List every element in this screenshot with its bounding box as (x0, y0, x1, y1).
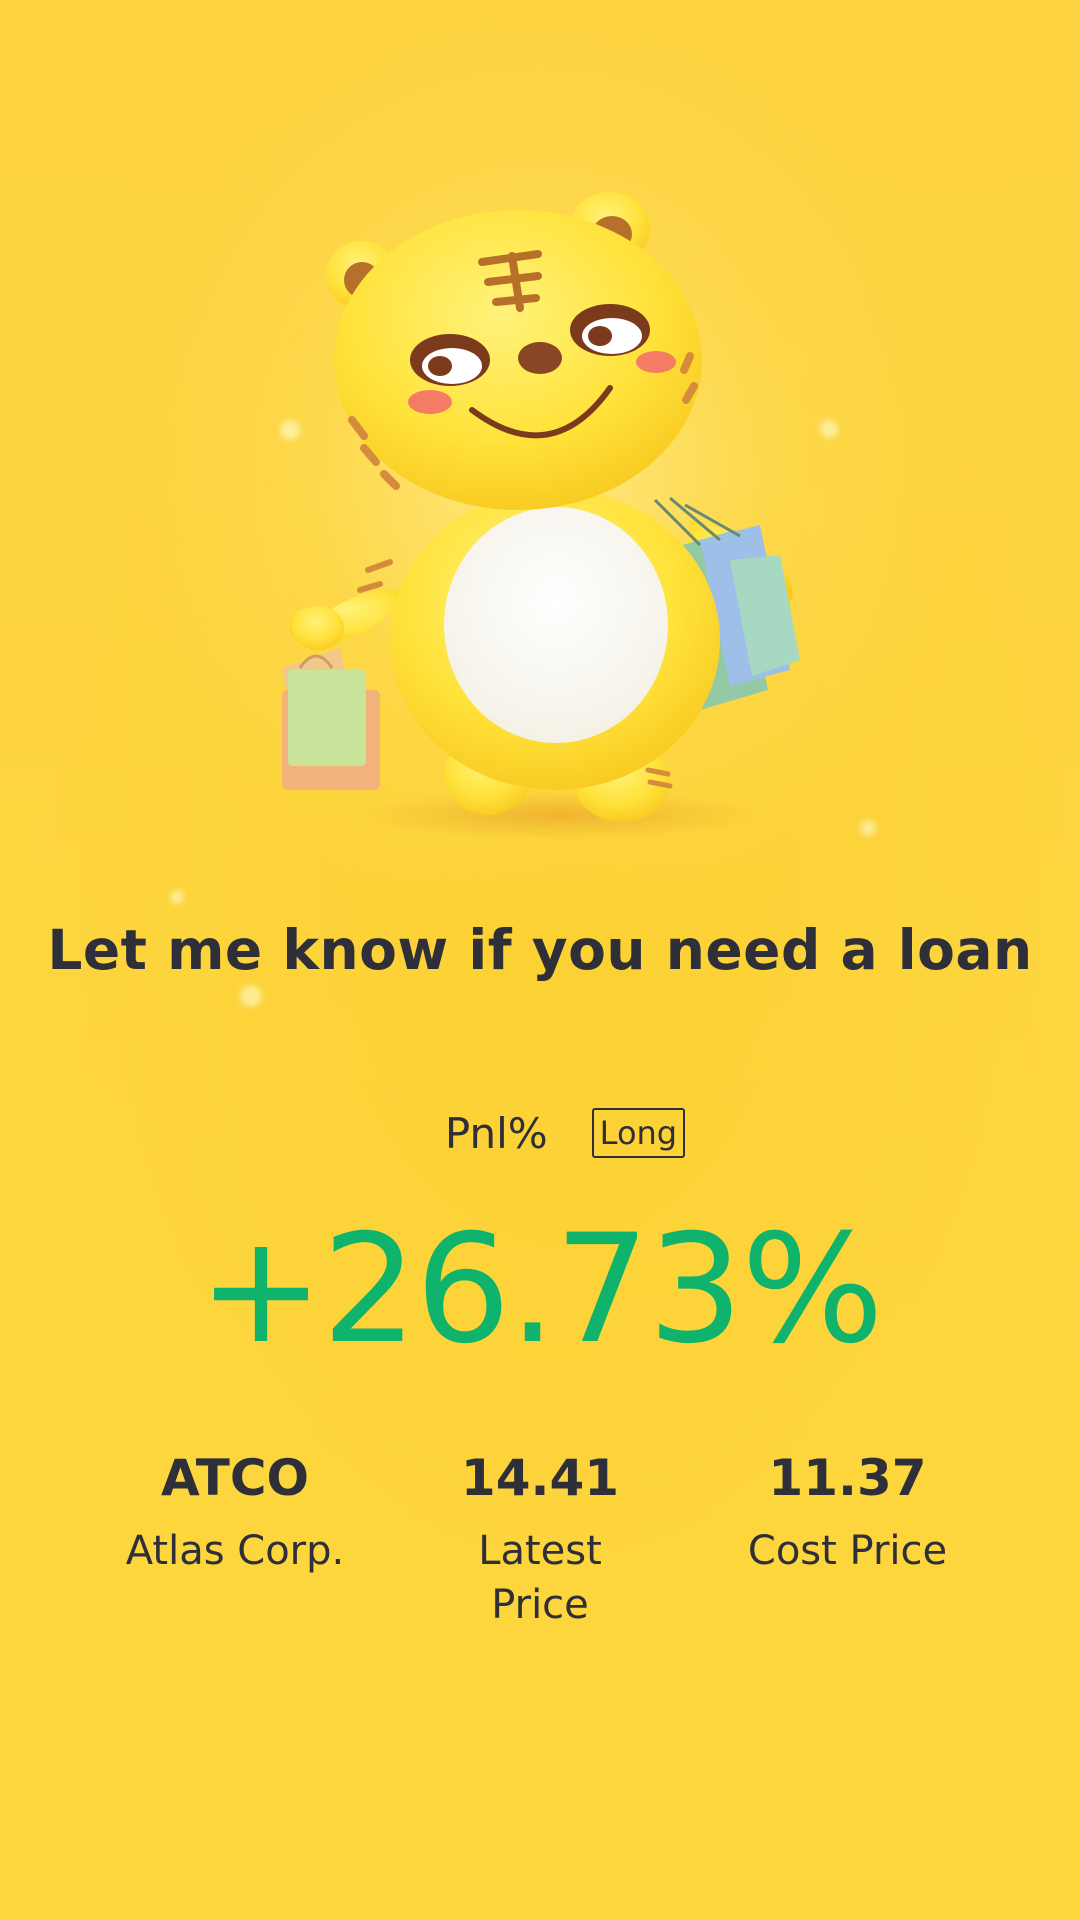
latest-price-label: Latest Price (478, 1528, 602, 1628)
stat-ticker: ATCO Atlas Corp. (100, 1446, 370, 1578)
company-name: Atlas Corp. (125, 1528, 345, 1574)
sparkle (240, 985, 262, 1007)
latest-price-value: 14.41 (460, 1449, 620, 1507)
cost-price-label: Cost Price (747, 1528, 948, 1574)
ticker-symbol: ATCO (160, 1449, 310, 1507)
pnl-percent-value: +26.73% (198, 1203, 884, 1377)
headline-text: Let me know if you need a loan (47, 918, 1033, 982)
stat-cost-price: 11.37 Cost Price (720, 1446, 975, 1578)
stat-latest-price: 14.41 Latest Price (440, 1446, 640, 1632)
pnl-label: Pnl% (444, 1108, 548, 1158)
cost-price-value: 11.37 (768, 1449, 927, 1507)
shopping-bags-left (282, 648, 380, 790)
position-badge: Long (591, 1108, 686, 1158)
pnl-header: Pnl% Long (0, 1108, 1080, 1158)
sparkle (170, 890, 184, 904)
tiger-mascot-illustration (282, 192, 800, 839)
